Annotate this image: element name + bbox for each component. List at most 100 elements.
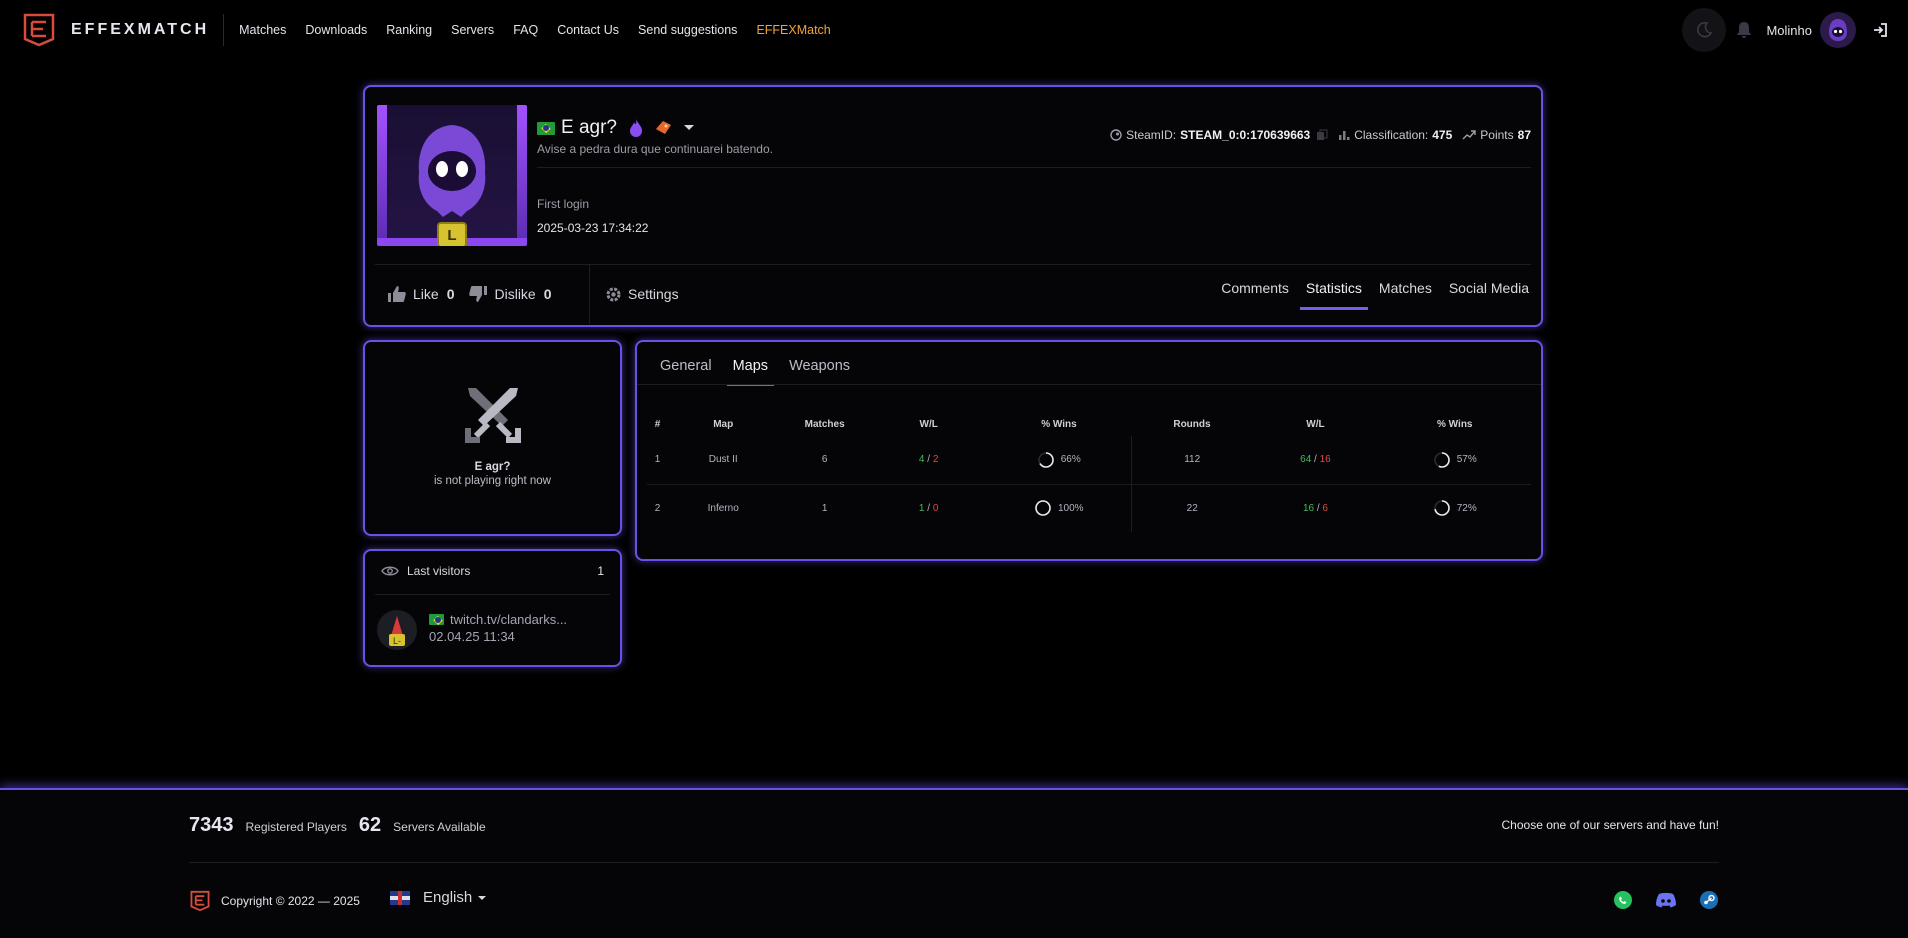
statistics-tabs: General Maps Weapons xyxy=(660,358,871,386)
rounds-lost: 6 xyxy=(1322,502,1328,514)
servers-count: 62 xyxy=(358,814,382,836)
svg-text:L-: L- xyxy=(393,636,401,646)
steamid-label: SteamID: xyxy=(1126,128,1177,142)
losses: 0 xyxy=(932,502,939,514)
chevron-down-icon[interactable] xyxy=(683,123,695,133)
col-matches: Matches xyxy=(804,418,845,430)
tab-maps[interactable]: Maps xyxy=(726,358,775,386)
footer-stats: 7343 Registered Players 62 Servers Avail… xyxy=(189,814,498,837)
profile-card: L E agr? Avise a pedra dura que continua… xyxy=(363,85,1543,327)
language-selector[interactable]: English xyxy=(390,889,487,906)
points-value: 87 xyxy=(1517,128,1531,142)
visitor-avatar-icon: L- xyxy=(389,616,405,646)
first-login-value: 2025-03-23 17:34:22 xyxy=(537,221,649,235)
nav-downloads[interactable]: Downloads xyxy=(305,23,367,37)
divider xyxy=(375,594,610,595)
site-footer: 7343 Registered Players 62 Servers Avail… xyxy=(0,788,1908,938)
nav-links: Matches Downloads Ranking Servers FAQ Co… xyxy=(239,23,850,37)
logo-icon xyxy=(190,890,210,912)
classification-value: 475 xyxy=(1432,128,1453,142)
nav-servers[interactable]: Servers xyxy=(451,23,494,37)
like-button[interactable]: Like 0 xyxy=(387,285,454,303)
row-rounds-wl: 16 / 6 xyxy=(1302,502,1328,514)
visitor-date: 02.04.25 11:34 xyxy=(429,629,515,644)
row-index: 1 xyxy=(647,436,669,485)
copyright-text: Copyright © 2022 — 2025 xyxy=(221,894,360,908)
row-index: 2 xyxy=(654,502,661,514)
nav-contact[interactable]: Contact Us xyxy=(557,23,619,37)
copy-icon[interactable] xyxy=(1316,129,1328,141)
discord-icon[interactable] xyxy=(1655,891,1677,909)
row-rounds: 112 xyxy=(1131,436,1253,485)
last-visitors-card: Last visitors 1 L- twitch.tv/clandarks..… xyxy=(363,549,622,667)
profile-bio: Avise a pedra dura que continuarei baten… xyxy=(537,142,773,156)
win-pct-ring xyxy=(1037,451,1054,468)
win-pct-ring xyxy=(1035,500,1051,517)
rounds-win-pct-ring xyxy=(1433,451,1450,468)
whatsapp-icon[interactable] xyxy=(1613,890,1633,910)
nav-effexmatch[interactable]: EFFEXMatch xyxy=(756,23,830,37)
profile-tabs: Comments Statistics Matches Social Media xyxy=(1204,280,1529,310)
tab-general[interactable]: General xyxy=(660,358,712,386)
table-header-row: # Map Matches W/L % Wins Rounds W/L % Wi… xyxy=(647,412,1531,436)
visitors-header: Last visitors xyxy=(381,564,470,578)
visitor-name[interactable]: twitch.tv/clandarks... xyxy=(429,612,567,627)
servers-label: Servers Available xyxy=(393,820,486,834)
settings-label: Settings xyxy=(628,286,679,302)
trend-up-icon xyxy=(1462,130,1476,140)
tab-social-media[interactable]: Social Media xyxy=(1449,280,1529,310)
wins: 1 xyxy=(918,502,925,514)
caret-down-icon xyxy=(478,895,487,900)
win-pct-text: 100% xyxy=(1057,502,1084,514)
col-wl: W/L xyxy=(919,418,938,430)
nav-suggestions[interactable]: Send suggestions xyxy=(638,23,737,37)
dislike-button[interactable]: Dislike 0 xyxy=(468,285,552,303)
row-win-pct: 66% xyxy=(986,436,1132,485)
language-label: English xyxy=(423,889,473,906)
nav-faq[interactable]: FAQ xyxy=(513,23,538,37)
col-win-pct: % Wins xyxy=(1041,418,1077,430)
row-wl: 4 / 2 xyxy=(870,436,987,485)
col-rounds-win-pct: % Wins xyxy=(1437,418,1473,430)
status-player-name: E agr? xyxy=(474,461,511,473)
social-links xyxy=(1591,890,1719,910)
visitors-count: 1 xyxy=(597,564,604,578)
profile-name: E agr? xyxy=(561,117,617,138)
tab-matches[interactable]: Matches xyxy=(1379,280,1432,310)
tab-comments[interactable]: Comments xyxy=(1221,280,1289,310)
site-logo[interactable]: EFFEXMATCH xyxy=(21,10,209,50)
nav-divider xyxy=(223,14,225,46)
settings-button[interactable]: Settings xyxy=(605,286,679,303)
profile-stats: SteamID: STEAM_0:0:170639663 Classificat… xyxy=(1100,128,1531,142)
pct-ring-arc xyxy=(1035,500,1051,517)
dislike-label: Dislike xyxy=(494,286,536,302)
registered-players-count: 7343 xyxy=(189,814,234,836)
user-avatar[interactable] xyxy=(1820,12,1856,48)
crossed-swords-icon xyxy=(465,388,521,443)
top-navbar: EFFEXMATCH Matches Downloads Ranking Ser… xyxy=(0,0,1908,60)
logout-button[interactable] xyxy=(1872,22,1888,38)
bar-chart-icon xyxy=(1339,131,1350,140)
points: Points 87 xyxy=(1462,128,1531,142)
tab-weapons[interactable]: Weapons xyxy=(789,358,850,386)
username[interactable]: Molinho xyxy=(1766,23,1812,38)
visitor-avatar[interactable]: L- xyxy=(377,610,417,650)
steam-icon[interactable] xyxy=(1699,890,1719,910)
tab-statistics[interactable]: Statistics xyxy=(1299,280,1368,310)
visitor-name-text[interactable]: twitch.tv/clandarks... xyxy=(450,612,567,627)
footer-tagline: Choose one of our servers and have fun! xyxy=(1501,818,1719,832)
bell-icon[interactable] xyxy=(1736,21,1752,39)
brazil-flag-icon xyxy=(429,614,444,625)
status-text: is not playing right now xyxy=(434,475,551,487)
theme-toggle-button[interactable] xyxy=(1682,8,1727,52)
dislike-count: 0 xyxy=(543,286,552,302)
divider xyxy=(589,264,590,324)
win-pct-text: 66% xyxy=(1060,454,1081,466)
wins: 4 xyxy=(918,454,925,466)
maps-table: # Map Matches W/L % Wins Rounds W/L % Wi… xyxy=(647,412,1531,532)
col-index: # xyxy=(654,418,661,430)
visitors-title: Last visitors xyxy=(407,564,471,578)
col-rounds-wl: W/L xyxy=(1306,418,1325,430)
nav-ranking[interactable]: Ranking xyxy=(386,23,432,37)
nav-matches[interactable]: Matches xyxy=(239,23,286,37)
